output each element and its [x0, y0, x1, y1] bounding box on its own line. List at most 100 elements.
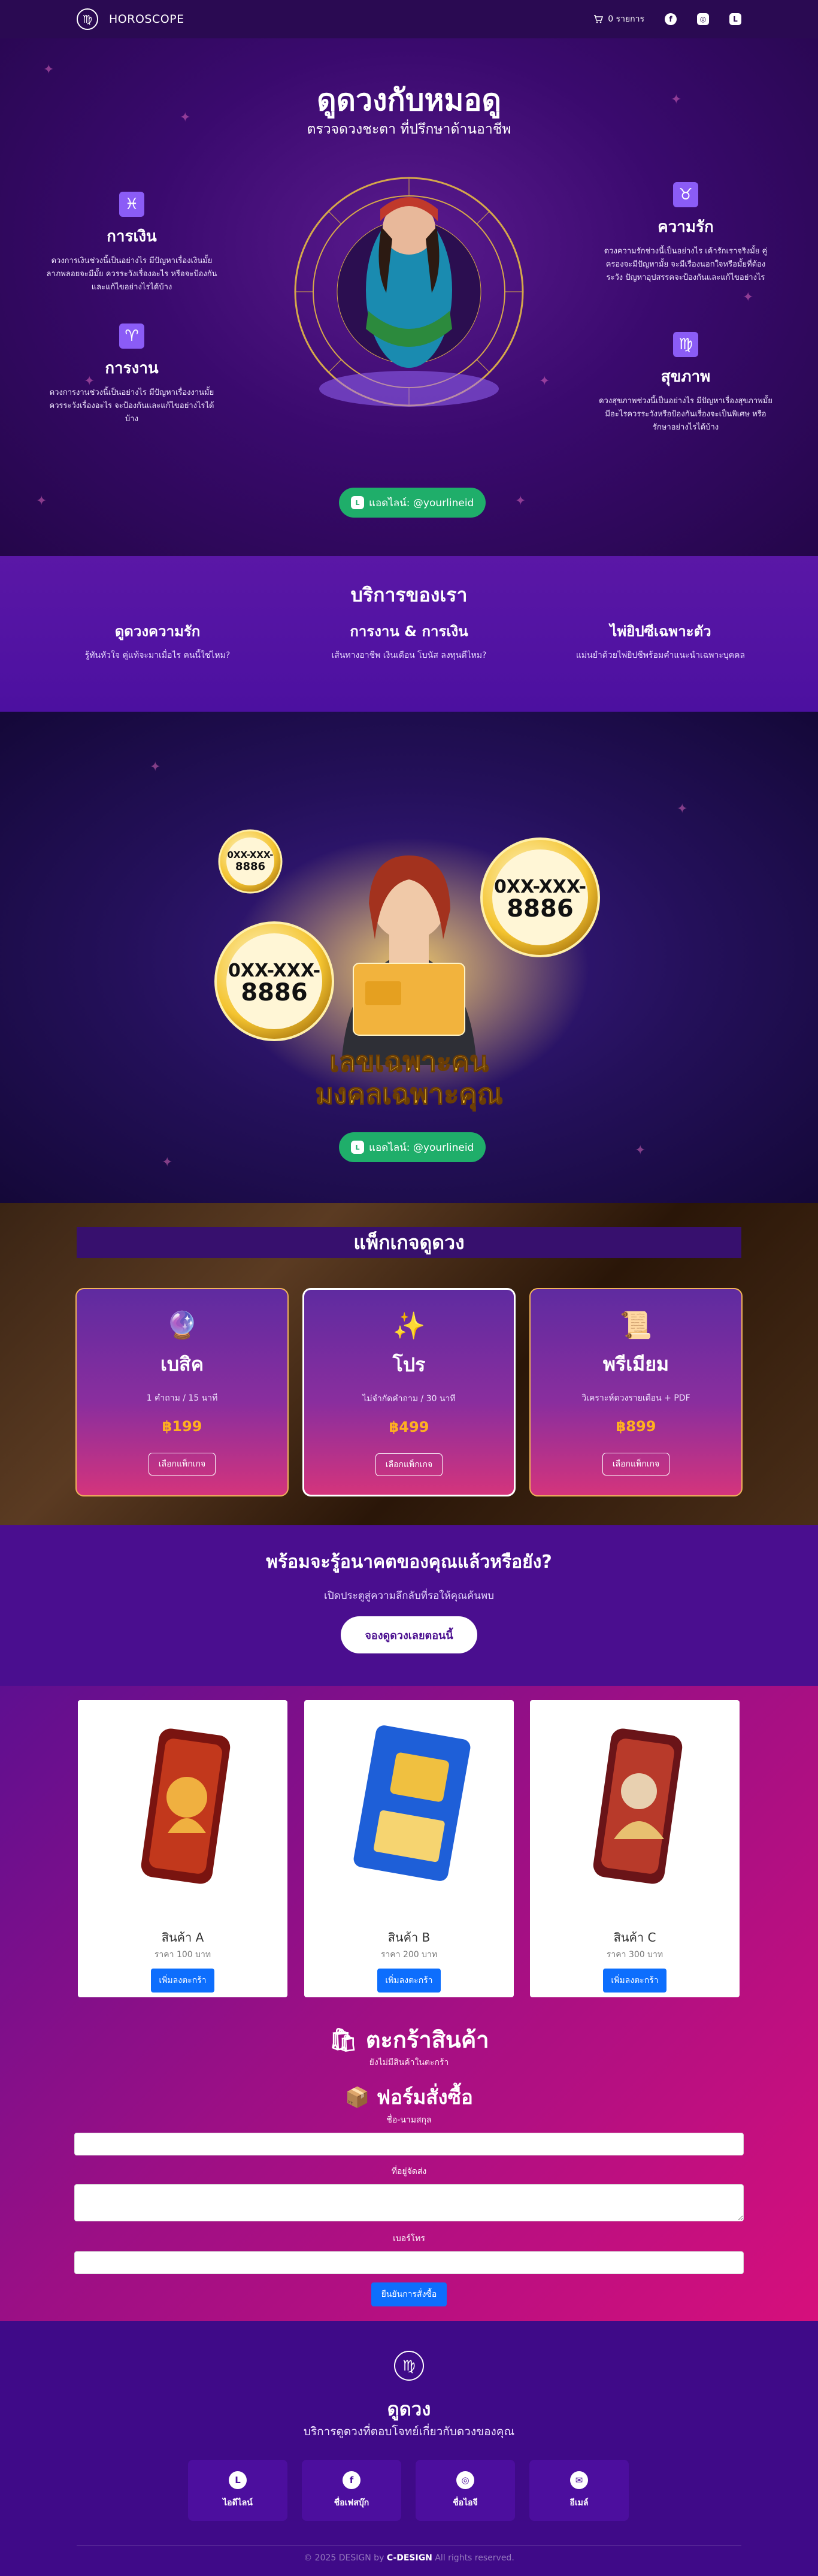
mail-icon: ✉	[570, 2471, 588, 2489]
lucky-number-large-line2: 8886	[241, 979, 307, 1006]
phone-case-image	[141, 1728, 231, 1884]
facebook-icon: f	[343, 2471, 360, 2489]
product-name: สินค้า C	[613, 1930, 656, 1945]
lucky-number-promo-image: 0XX-XXX- 8886 0XX-XXX- 8886 0XX-XXX- 888…	[214, 829, 600, 1112]
service-desc: รู้ทันหัวใจ คู่แท้จะมาเมื่อไร คนนี้ใช่ไห…	[84, 651, 231, 660]
add-to-cart-button[interactable]: เพิ่มลงตะกร้า	[151, 1969, 214, 1993]
scroll-icon: 📜	[619, 1310, 653, 1341]
copyright-brand: C-DESIGN	[386, 2553, 432, 2563]
lucky-banner-line2: มงคลเฉพาะคุณ	[315, 1078, 502, 1111]
product-card: สินค้า A ราคา 100 บาท เพิ่มลงตะกร้า	[78, 1700, 287, 1997]
select-package-button[interactable]: เลือกแพ็กเกจ	[375, 1453, 443, 1476]
product-price: ราคา 300 บาท	[606, 1950, 664, 1960]
cart-title: 🛍 ตะกร้าสินค้า	[329, 2027, 489, 2053]
service-work-finance: การงาน & การเงิน เส้นทางอาชีพ เงินเดือน …	[301, 619, 517, 662]
aries-icon: ♈	[119, 323, 144, 349]
submit-order-button[interactable]: ยืนยันการสั่งซื้อ	[371, 2282, 447, 2306]
line-add-button[interactable]: L แอดไลน์: @yourlineid	[339, 488, 486, 518]
order-form-title: 📦 ฟอร์มสั่งซื้อ	[345, 2085, 473, 2109]
cart-icon	[594, 15, 604, 23]
footer-facebook-link[interactable]: f ชื่อเฟสบุ๊ก	[302, 2460, 401, 2521]
sparkle-icon: ✦	[515, 494, 526, 509]
cta-title: พร้อมจะรู้อนาคตของคุณแล้วหรือยัง?	[266, 1552, 552, 1573]
add-to-cart-button[interactable]: เพิ่มลงตะกร้า	[377, 1969, 441, 1993]
product-name: สินค้า A	[161, 1930, 204, 1945]
product-price: ราคา 200 บาท	[380, 1950, 438, 1960]
pisces-icon: ♓	[119, 192, 144, 217]
lucky-banner-line1: เลขเฉพาะคน	[329, 1045, 489, 1078]
package-price: ฿499	[389, 1419, 429, 1435]
feature-finance: ♓ การเงิน ดวงการเงินช่วงนี้เป็นอย่างไร ม…	[45, 192, 219, 294]
line-button-label: แอดไลน์: @yourlineid	[369, 1141, 474, 1154]
social-label: ไอดีไลน์	[223, 2498, 253, 2508]
service-love: ดูดวงความรัก รู้ทันหัวใจ คู่แท้จะมาเมื่อ…	[50, 619, 265, 662]
hero-section: ✦ ✦ ✦ ✦ ✦ ✦ ✦ ✦ ดูดวงกับหมอดู ตรวจดวงชะต…	[0, 38, 818, 556]
lucky-number-section: ✦ ✦ ✦ ✦ 0XX-XXX- 8886 0XX-XXX- 8886 0XX-…	[0, 712, 818, 1203]
packages-title: แพ็กเกจดูดวง	[77, 1227, 741, 1258]
address-field[interactable]	[74, 2184, 744, 2221]
feature-title: สุขภาพ	[661, 368, 711, 386]
copyright-prefix: © 2025 DESIGN by	[304, 2553, 384, 2563]
social-label: ชื่อไอจี	[453, 2498, 478, 2508]
footer-subtitle: บริการดูดวงที่ตอบโจทย์เกี่ยวกับดวงของคุณ	[303, 2425, 515, 2438]
footer-line-link[interactable]: L ไอดีไลน์	[188, 2460, 287, 2521]
shop-section: สินค้า A ราคา 100 บาท เพิ่มลงตะกร้า สินค…	[0, 1686, 818, 2321]
cart-count: 0 รายการ	[608, 14, 644, 24]
packages-section: แพ็กเกจดูดวง 🔮 เบสิค 1 คำถาม / 15 นาที ฿…	[0, 1203, 818, 1525]
select-package-button[interactable]: เลือกแพ็กเกจ	[602, 1453, 670, 1476]
brand[interactable]: ♍ HOROSCOPE	[77, 8, 184, 30]
facebook-icon[interactable]: f	[665, 13, 677, 25]
phone-case-image	[593, 1728, 683, 1884]
instagram-icon: ◎	[456, 2471, 474, 2489]
service-desc: เส้นทางอาชีพ เงินเดือน โบนัส ลงทุนดีไหม?	[331, 651, 487, 660]
footer-instagram-link[interactable]: ◎ ชื่อไอจี	[416, 2460, 515, 2521]
crystal-ball-icon: 🔮	[165, 1310, 199, 1341]
package-desc: ไม่จำกัดคำถาม / 30 นาที	[362, 1394, 456, 1404]
service-title: ดูดวงความรัก	[114, 623, 201, 640]
package-desc: วิเคราะห์ดวงรายเดือน + PDF	[581, 1393, 690, 1403]
footer: ♍ ดูดวง บริการดูดวงที่ตอบโจทย์เกี่ยวกับด…	[0, 2321, 818, 2576]
service-desc: แม่นยำด้วยไพ่ยิปซีพร้อมคำแนะนำเฉพาะบุคคล	[575, 651, 746, 660]
product-name: สินค้า B	[387, 1930, 431, 1945]
cta-desc: เปิดประตูสู่ความลึกลับที่รอให้คุณค้นพบ	[324, 1590, 494, 1602]
feature-desc: ดวงการเงินช่วงนี้เป็นอย่างไร มีปัญหาเรื่…	[46, 256, 217, 292]
book-now-button[interactable]: จองดูดวงเลยตอนนี้	[341, 1616, 477, 1653]
line-icon[interactable]: L	[729, 13, 741, 25]
feature-desc: ดวงความรักช่วงนี้เป็นอย่างไร เค้ารักเราจ…	[604, 247, 768, 282]
feature-title: การงาน	[105, 359, 159, 377]
lucky-number-right-line2: 8886	[507, 895, 573, 923]
footer-title: ดูดวง	[387, 2399, 431, 2420]
footer-email-link[interactable]: ✉ อีเมล์	[529, 2460, 629, 2521]
line-icon: L	[351, 496, 364, 509]
hero-subtitle: ตรวจดวงชะตา ที่ปรึกษาด้านอาชีพ	[307, 122, 511, 137]
feature-work: ♈ การงาน ดวงการงานช่วงนี้เป็นอย่างไร มีป…	[45, 323, 219, 426]
product-card: สินค้า C ราคา 300 บาท เพิ่มลงตะกร้า	[530, 1700, 740, 1997]
virgo-icon: ♍	[673, 332, 698, 357]
line-icon: L	[351, 1141, 364, 1154]
name-field[interactable]	[74, 2133, 744, 2155]
service-title: ไพ่ยิปซีเฉพาะตัว	[610, 623, 711, 640]
sparkle-icon: ✦	[43, 62, 54, 77]
select-package-button[interactable]: เลือกแพ็กเกจ	[148, 1453, 216, 1476]
virgo-logo-icon: ♍	[394, 2351, 424, 2381]
lucky-number-right-line1: 0XX-XXX-	[494, 876, 586, 897]
package-price: ฿899	[616, 1418, 656, 1435]
instagram-icon[interactable]: ◎	[697, 13, 709, 25]
phone-field[interactable]	[74, 2251, 744, 2274]
service-title: การงาน & การเงิน	[350, 623, 468, 640]
package-name: โปร	[392, 1353, 426, 1376]
copyright-suffix: All rights reserved.	[435, 2553, 514, 2563]
package-premium: 📜 พรีเมียม วิเคราะห์ดวงรายเดือน + PDF ฿8…	[529, 1288, 743, 1496]
package-price: ฿199	[162, 1418, 202, 1435]
sparkle-icon: ✦	[36, 494, 47, 509]
sparkle-icon: ✦	[635, 1143, 646, 1158]
package-desc: 1 คำถาม / 15 นาที	[146, 1393, 218, 1403]
line-add-button[interactable]: L แอดไลน์: @yourlineid	[339, 1132, 486, 1162]
add-to-cart-button[interactable]: เพิ่มลงตะกร้า	[603, 1969, 666, 1993]
service-tarot: ไพ่ยิปซีเฉพาะตัว แม่นยำด้วยไพ่ยิปซีพร้อม…	[553, 619, 768, 662]
package-name: เบสิค	[160, 1353, 204, 1375]
line-icon: L	[229, 2471, 247, 2489]
brand-name: HOROSCOPE	[109, 13, 184, 26]
cart-link[interactable]: 0 รายการ	[593, 13, 644, 26]
sparkle-icon: ✦	[150, 760, 161, 775]
